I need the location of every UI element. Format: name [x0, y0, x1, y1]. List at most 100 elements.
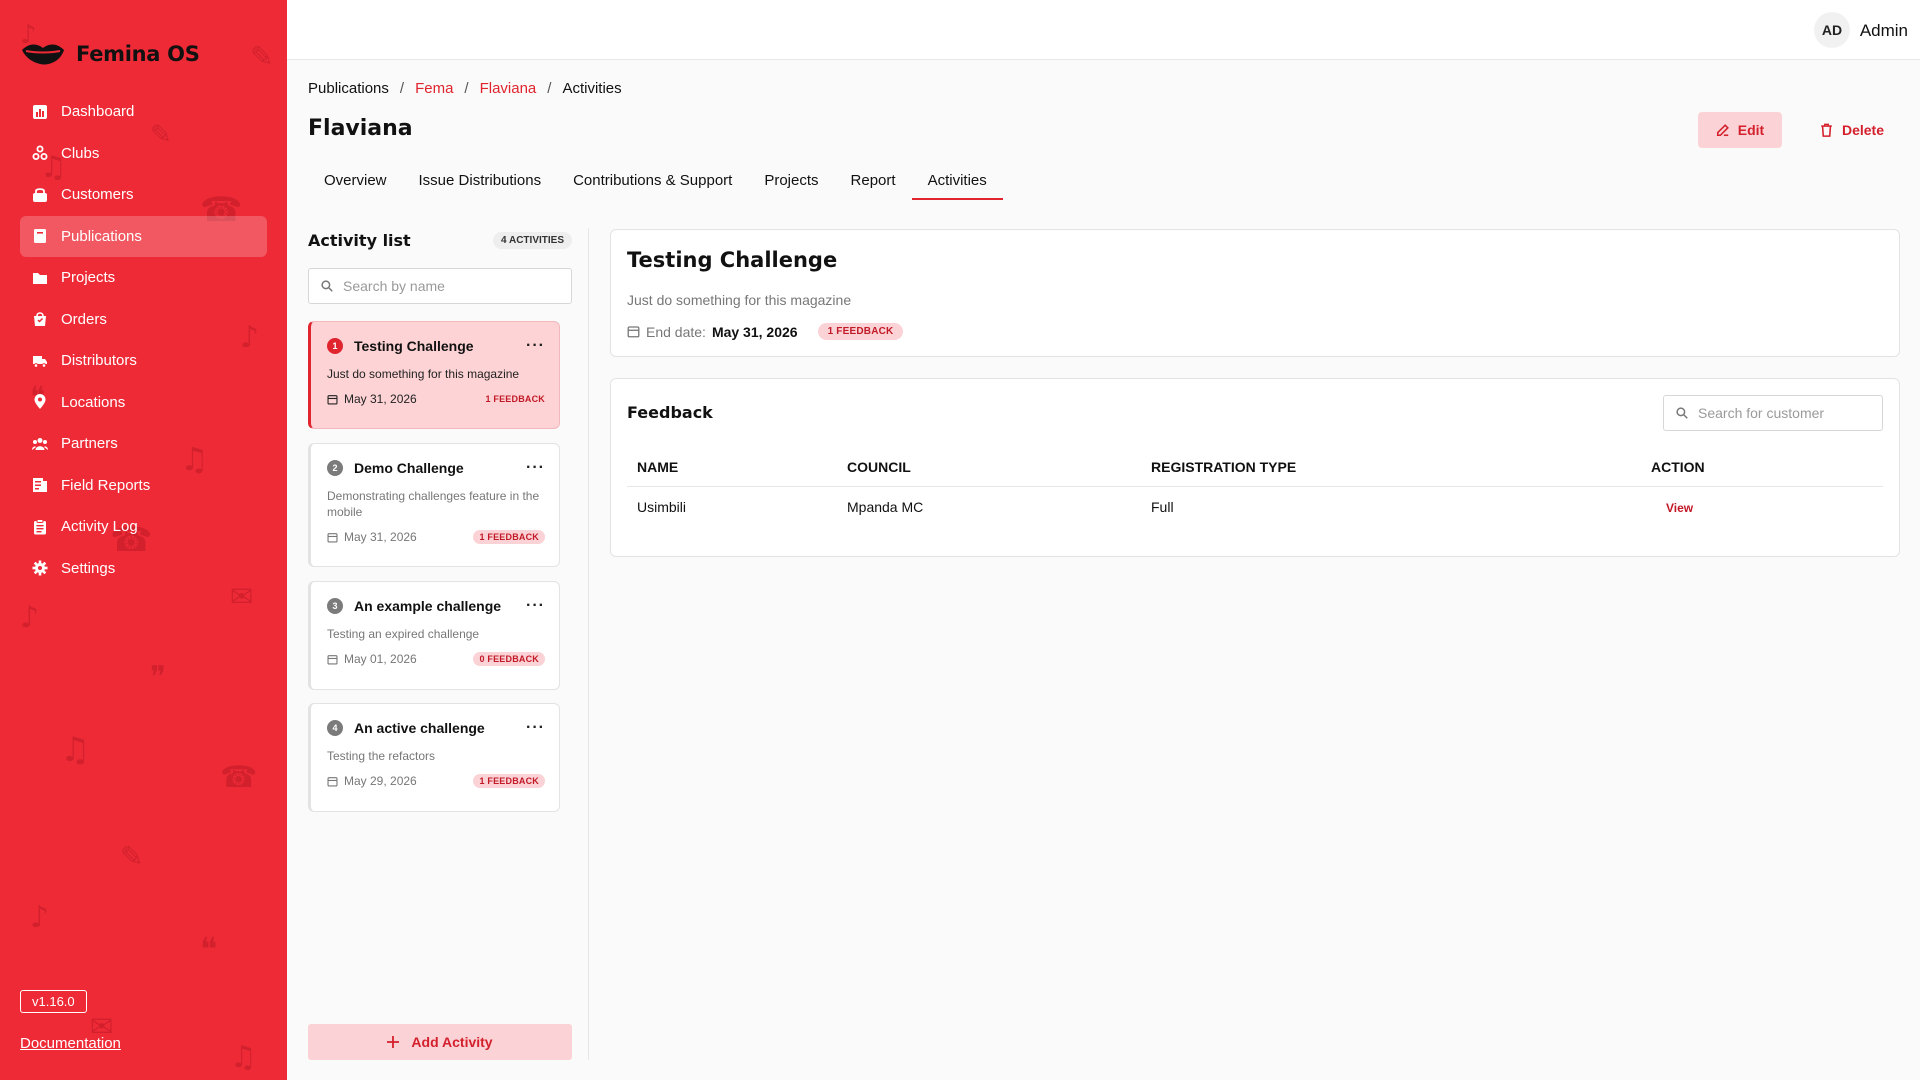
more-options-icon[interactable]: ··· [526, 598, 545, 614]
activity-detail-description: Just do something for this magazine [627, 292, 852, 308]
activity-date-text: May 31, 2026 [344, 530, 417, 544]
sidebar-item-customers[interactable]: Customers [20, 174, 267, 215]
search-icon [1676, 407, 1688, 419]
activity-description: Just do something for this magazine [327, 367, 520, 381]
more-options-icon[interactable]: ··· [526, 720, 545, 736]
tabs: Overview Issue Distributions Contributio… [308, 168, 1003, 200]
activity-detail-title: Testing Challenge [627, 248, 838, 272]
cell-council: Mpanda MC [847, 499, 924, 515]
column-header-name: NAME [637, 458, 679, 475]
activity-card[interactable]: 4 An active challenge ··· Testing the re… [308, 703, 560, 812]
breadcrumb-item-flaviana[interactable]: Flaviana [480, 80, 537, 97]
sidebar-item-field-reports[interactable]: Field Reports [20, 465, 267, 506]
sidebar-item-activity-log[interactable]: Activity Log [20, 506, 267, 547]
activity-date-text: May 01, 2026 [344, 652, 417, 666]
sidebar: ♫ ☎ ✎ ♪ ❝ ♫ ☎ ✉ ♪ ❞ ♫ ☎ ✎ ♪ ❝ ✉ ♫ ♪ ✎ Fe… [0, 0, 287, 1080]
tab-projects[interactable]: Projects [748, 168, 834, 200]
sidebar-item-label: Distributors [61, 352, 137, 369]
sidebar-item-label: Dashboard [61, 103, 135, 120]
brand[interactable]: Femina OS [20, 40, 200, 68]
search-icon [321, 280, 333, 292]
table-row: Usimbili Mpanda MC Full View [627, 487, 1883, 527]
feedback-badge: 0 FEEDBACK [473, 652, 545, 666]
delete-button[interactable]: Delete [1810, 112, 1894, 148]
customer-search[interactable] [1663, 395, 1883, 431]
add-activity-button[interactable]: Add Activity [308, 1024, 572, 1060]
panel-divider [588, 228, 589, 1060]
tab-contributions-support[interactable]: Contributions & Support [557, 168, 748, 200]
feedback-badge: 1 FEEDBACK [485, 394, 545, 404]
avatar[interactable]: AD [1814, 12, 1850, 48]
customer-search-input[interactable] [1698, 405, 1863, 421]
activity-card[interactable]: 2 Demo Challenge ··· Demonstrating chall… [308, 443, 560, 567]
sidebar-item-settings[interactable]: Settings [20, 548, 267, 589]
activity-title: An example challenge [354, 598, 502, 614]
activity-search-input[interactable] [343, 278, 543, 294]
documentation-link[interactable]: Documentation [20, 1035, 121, 1052]
activity-date-text: May 29, 2026 [344, 774, 417, 788]
activity-date: May 29, 2026 [327, 774, 417, 788]
activity-card[interactable]: 3 An example challenge ··· Testing an ex… [308, 581, 560, 690]
activity-number: 4 [327, 720, 343, 736]
edit-button[interactable]: Edit [1698, 112, 1782, 148]
activity-detail-card: Testing Challenge Just do something for … [610, 229, 1900, 357]
activity-number: 2 [327, 460, 343, 476]
cell-action: View [1647, 499, 1883, 515]
topbar: AD Admin [287, 0, 1920, 60]
sidebar-item-label: Orders [61, 310, 107, 328]
activity-title: Testing Challenge [354, 338, 474, 354]
more-options-icon[interactable]: ··· [526, 460, 545, 476]
breadcrumb-separator: / [547, 80, 552, 97]
clipboard-icon [34, 518, 46, 534]
edit-button-label: Edit [1737, 122, 1765, 138]
sidebar-item-label: Partners [61, 435, 118, 452]
report-icon [33, 478, 47, 492]
sidebar-item-label: Locations [61, 393, 126, 411]
activity-title: An active challenge [354, 720, 485, 736]
end-date-value: May 31, 2026 [711, 323, 798, 340]
breadcrumb-separator: / [399, 80, 405, 97]
plus-icon [387, 1036, 400, 1048]
activity-count-badge: 4 ACTIVITIES [493, 231, 572, 249]
sidebar-item-label: Settings [61, 559, 116, 577]
sidebar-item-publications[interactable]: Publications [20, 215, 267, 257]
tab-overview[interactable]: Overview [308, 168, 403, 200]
activity-search[interactable] [308, 268, 572, 304]
breadcrumb-item-publications[interactable]: Publications [308, 80, 389, 97]
view-link[interactable]: View [1651, 501, 1693, 515]
customers-icon [33, 187, 47, 202]
breadcrumb-separator: / [464, 80, 469, 97]
sidebar-item-partners[interactable]: Partners [20, 423, 267, 464]
version-badge: v1.16.0 [20, 990, 87, 1013]
book-icon [34, 229, 46, 243]
calendar-icon [327, 532, 338, 543]
breadcrumb-item-activities: Activities [562, 80, 622, 97]
sidebar-item-orders[interactable]: Orders [20, 299, 267, 340]
sidebar-item-dashboard[interactable]: Dashboard [20, 91, 267, 132]
tab-report[interactable]: Report [835, 168, 912, 200]
delete-button-label: Delete [1841, 122, 1885, 138]
people-icon [32, 437, 48, 450]
sidebar-item-distributors[interactable]: Distributors [20, 340, 267, 381]
truck-icon [33, 355, 47, 368]
tab-activities[interactable]: Activities [911, 168, 1003, 200]
sidebar-item-projects[interactable]: Projects [20, 257, 267, 298]
tab-issue-distributions[interactable]: Issue Distributions [403, 168, 558, 200]
activity-date: May 01, 2026 [327, 652, 417, 666]
activity-list-header: Activity list 4 ACTIVITIES [308, 228, 572, 252]
more-options-icon[interactable]: ··· [526, 338, 545, 354]
activity-number: 3 [327, 598, 343, 614]
column-header-action: ACTION [1651, 458, 1705, 475]
activity-number: 1 [327, 338, 343, 354]
sidebar-item-locations[interactable]: Locations [20, 382, 267, 423]
activity-card[interactable]: 1 Testing Challenge ··· Just do somethin… [308, 321, 560, 429]
feedback-table: NAME COUNCIL REGISTRATION TYPE ACTION Us… [627, 447, 1883, 527]
trash-icon [1821, 123, 1832, 137]
activity-description: Testing an expired challenge [327, 627, 480, 641]
user-name[interactable]: Admin [1860, 21, 1908, 41]
lips-logo-icon [22, 44, 64, 65]
sidebar-item-label: Publications [61, 227, 142, 245]
calendar-icon [327, 394, 338, 405]
sidebar-item-clubs[interactable]: Clubs [20, 133, 267, 174]
breadcrumb-item-fema[interactable]: Fema [415, 80, 453, 97]
